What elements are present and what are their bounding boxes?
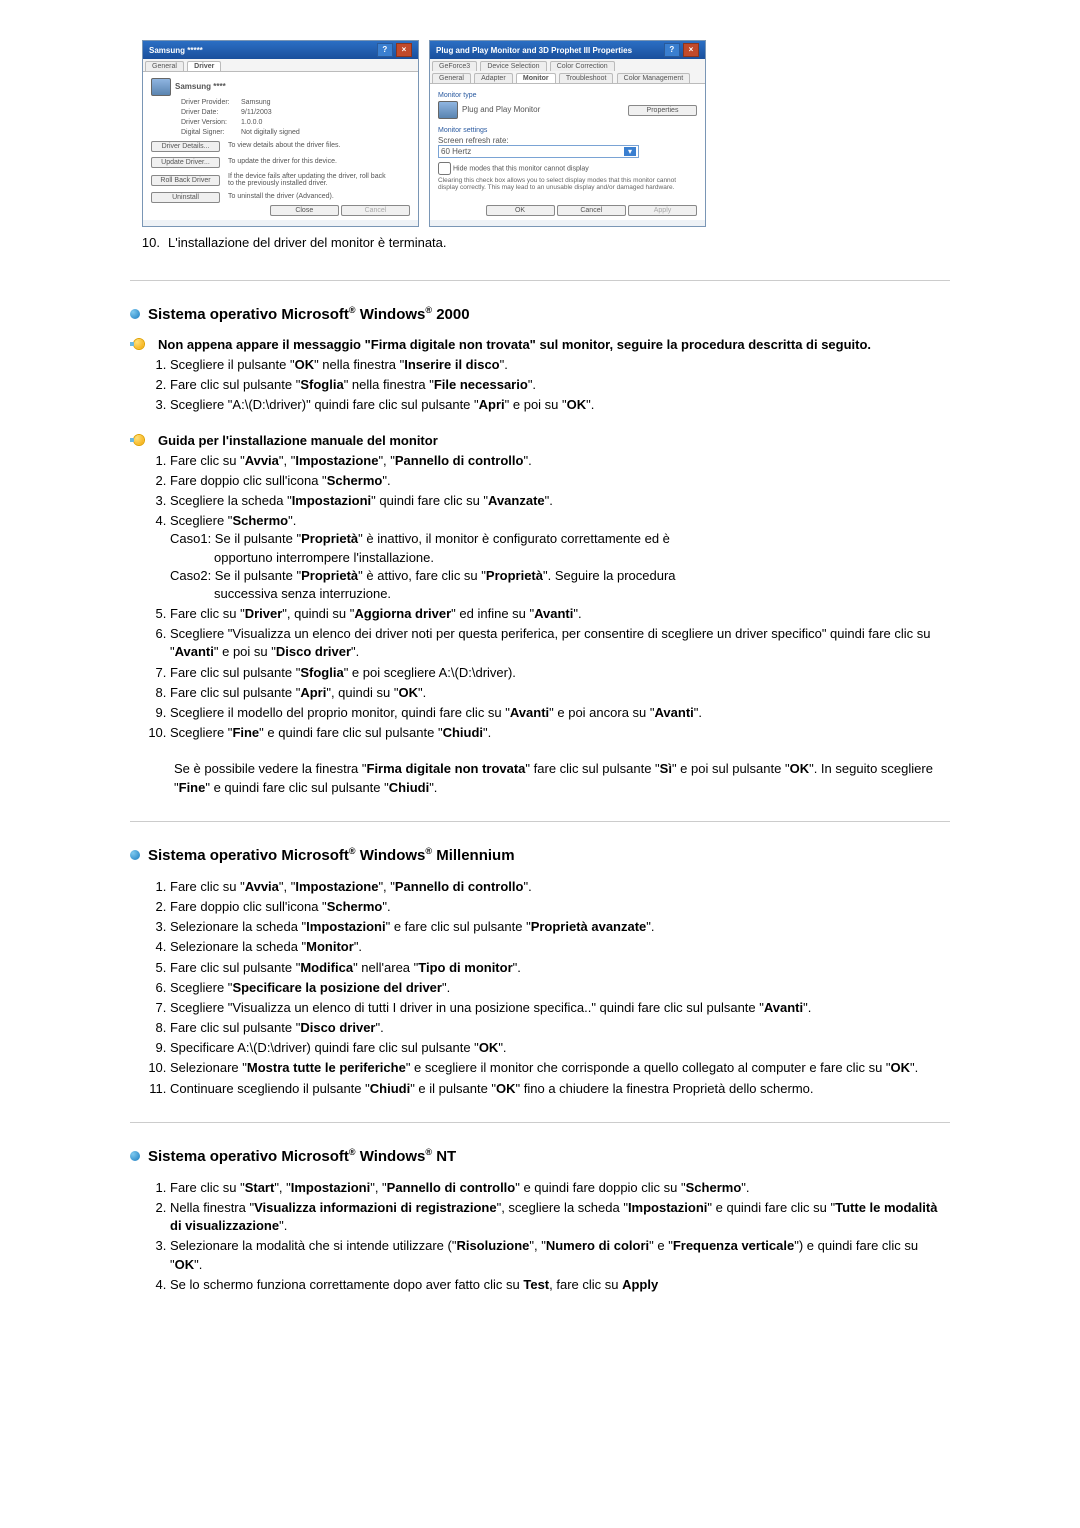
winme-steps: Fare clic su "Avvia", "Impostazione", "P… [140,878,950,1098]
monitor-icon [151,78,171,96]
divider [130,1122,950,1123]
tab-monitor[interactable]: Monitor [516,73,556,83]
win2000-manual-steps: Fare clic su "Avvia", "Impostazione", "P… [140,452,950,743]
tab-general2[interactable]: General [432,73,471,83]
tab-general[interactable]: General [145,61,184,71]
tab-troubleshoot[interactable]: Troubleshoot [559,73,614,83]
tab-color-management[interactable]: Color Management [617,73,691,83]
close-icon[interactable]: × [683,43,699,57]
heading-winnt: Sistema operativo Microsoft® Windows® NT [130,1147,950,1165]
monitor-properties-dialog: Plug and Play Monitor and 3D Prophet III… [429,40,706,227]
win2000-guide-heading: Guida per l'installazione manuale del mo… [158,433,950,448]
help-icon[interactable]: ? [664,43,680,57]
driver-properties-dialog: Samsung ***** ? × General Driver Samsung… [142,40,419,227]
close-icon[interactable]: × [396,43,412,57]
dialog1-tabs: General Driver [143,59,418,72]
dialog2-title: Plug and Play Monitor and 3D Prophet III… [436,46,632,55]
note-icon [130,337,150,351]
refresh-rate-dropdown[interactable]: 60 Hertz ▾ [438,145,639,158]
device-label: Samsung **** [175,82,226,91]
tab-driver[interactable]: Driver [187,61,221,71]
hide-modes-checkbox[interactable] [438,162,451,175]
bullet-icon [130,1151,140,1161]
winnt-steps: Fare clic su "Start", "Impostazioni", "P… [140,1179,950,1294]
tab-geforce[interactable]: GeForce3 [432,61,477,71]
step-10-conclusion: 10. L'installazione del driver del monit… [130,235,950,250]
note-icon [130,433,150,447]
heading-win2000: Sistema operativo Microsoft® Windows® 20… [130,305,950,323]
bullet-icon [130,850,140,860]
dialog1-body: Samsung **** Driver Provider:Samsung Dri… [143,72,418,220]
bullet-icon [130,309,140,319]
properties-button[interactable]: Properties [628,105,697,116]
dialog1-title: Samsung ***** [149,46,203,55]
cancel-button2[interactable]: Cancel [557,205,626,216]
driver-details-button[interactable]: Driver Details... [151,141,220,152]
tab-adapter[interactable]: Adapter [474,73,513,83]
dialog2-titlebar: Plug and Play Monitor and 3D Prophet III… [430,41,705,59]
dialog-screenshots: Samsung ***** ? × General Driver Samsung… [142,40,950,227]
help-icon[interactable]: ? [377,43,393,57]
tab-device-selection[interactable]: Device Selection [480,61,546,71]
win2000-quick-steps: Scegliere il pulsante "OK" nella finestr… [140,356,950,415]
close-button[interactable]: Close [270,205,339,216]
tab-color-correction[interactable]: Color Correction [550,61,615,71]
divider [130,280,950,281]
uninstall-button[interactable]: Uninstall [151,192,220,203]
cancel-button[interactable]: Cancel [341,205,410,216]
win2000-note: Se è possibile vedere la finestra "Firma… [174,760,950,796]
apply-button[interactable]: Apply [628,205,697,216]
win2000-intro: Non appena appare il messaggio "Firma di… [158,337,950,352]
rollback-driver-button[interactable]: Roll Back Driver [151,175,220,186]
ok-button[interactable]: OK [486,205,555,216]
monitor-icon [438,101,458,119]
chevron-down-icon: ▾ [624,147,636,156]
divider [130,821,950,822]
page-content: Samsung ***** ? × General Driver Samsung… [110,0,970,1352]
window-buttons: ? × [376,43,412,57]
dialog1-titlebar: Samsung ***** ? × [143,41,418,59]
update-driver-button[interactable]: Update Driver... [151,157,220,168]
heading-winme: Sistema operativo Microsoft® Windows® Mi… [130,846,950,864]
